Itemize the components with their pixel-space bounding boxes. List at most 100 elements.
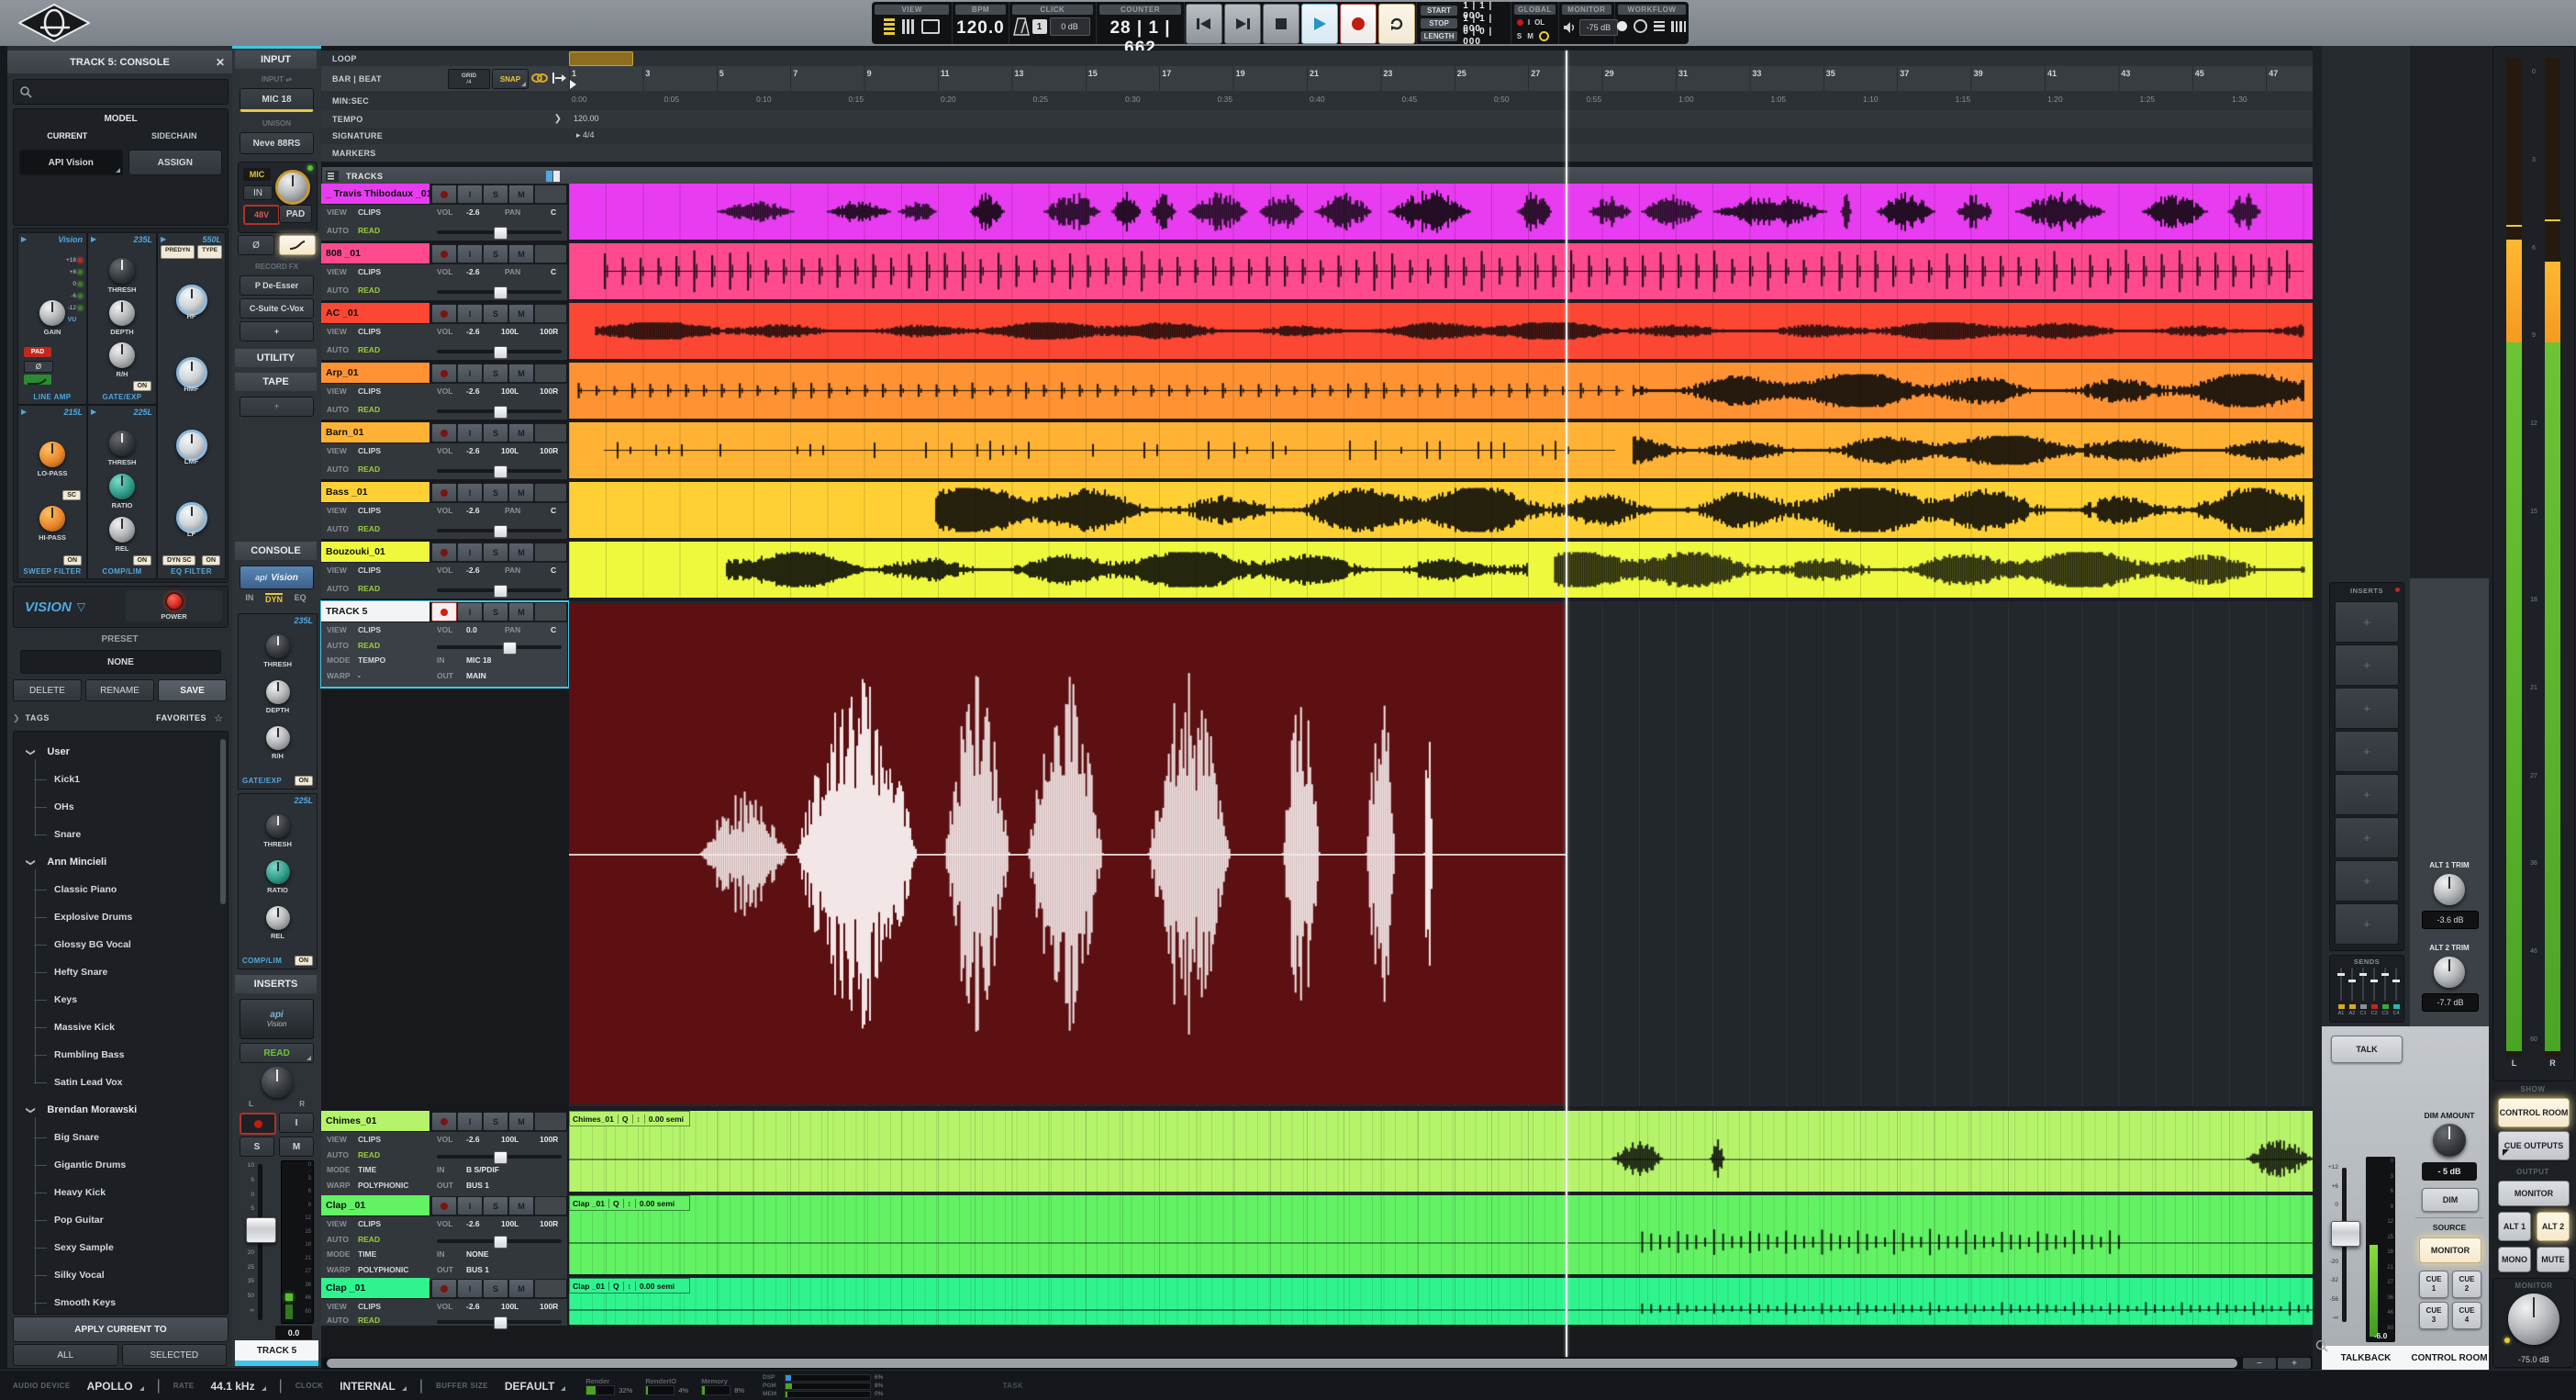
- preset-item-name[interactable]: Rumbling Bass: [54, 1049, 124, 1060]
- track-solo-button[interactable]: S: [483, 304, 508, 323]
- pan-left-value[interactable]: 100L: [501, 1302, 519, 1311]
- automation-read-button[interactable]: READ: [240, 1043, 314, 1063]
- workflow-ring-icon[interactable]: [1634, 19, 1648, 33]
- field-value-auto[interactable]: READ: [358, 524, 380, 533]
- knob-lmf[interactable]: [175, 429, 207, 461]
- track-record-button[interactable]: [431, 543, 457, 562]
- field-value-auto[interactable]: READ: [358, 465, 380, 474]
- send-fader-a1[interactable]: A1: [2336, 968, 2346, 1019]
- ruler-row-markers[interactable]: [569, 144, 2313, 162]
- chevron-down-icon[interactable]: ❯: [26, 1106, 36, 1114]
- lane-10[interactable]: Clap _01 Q ↕ 0.00 semi: [569, 1278, 2313, 1325]
- utility-header[interactable]: UTILITY: [235, 349, 317, 367]
- track-mute-button[interactable]: M: [508, 304, 534, 323]
- zoom-in-button[interactable]: +: [2278, 1358, 2311, 1369]
- track-record-button[interactable]: [431, 1112, 457, 1131]
- volume-slider[interactable]: [437, 1150, 562, 1164]
- track-solo-button[interactable]: S: [483, 602, 508, 622]
- zoom-tool-icon[interactable]: [2314, 1338, 2329, 1353]
- output-alt1-button[interactable]: ALT 1: [2498, 1212, 2531, 1241]
- pan-value[interactable]: C: [551, 207, 556, 217]
- clip-header[interactable]: Chimes_01 Q ↕ 0.00 semi: [569, 1111, 690, 1126]
- preset-item[interactable]: Classic Piano: [14, 877, 228, 902]
- speaker-icon[interactable]: [1563, 21, 1576, 34]
- vol-value[interactable]: -2.6: [466, 386, 480, 396]
- lane-4[interactable]: [569, 422, 2313, 478]
- source-cue-button-4[interactable]: CUE 4: [2452, 1302, 2481, 1329]
- track-name-cell[interactable]: Bass _01: [321, 482, 429, 502]
- signature-value[interactable]: ▸ 4/4: [576, 130, 595, 140]
- track-input-button[interactable]: I: [457, 602, 483, 622]
- vol-value[interactable]: -2.6: [466, 1135, 480, 1144]
- preset-item-name[interactable]: Snare: [54, 829, 81, 840]
- preset-item[interactable]: Pop Guitar: [14, 1207, 228, 1233]
- console-section-header[interactable]: CONSOLE: [235, 542, 317, 560]
- pan-value[interactable]: C: [551, 506, 556, 515]
- volume-slider-handle[interactable]: [494, 226, 507, 240]
- volume-slider-handle[interactable]: [494, 1150, 507, 1164]
- chevron-down-icon[interactable]: ❯: [26, 748, 36, 756]
- module-button-predyn[interactable]: PREDYN: [161, 245, 195, 259]
- track-list-icon[interactable]: [326, 170, 339, 182]
- clip-quantize[interactable]: Q: [608, 1281, 619, 1291]
- locator-value[interactable]: 0 | 0 | 000: [1463, 27, 1507, 47]
- volume-slider[interactable]: [437, 1235, 562, 1249]
- power-button[interactable]: [164, 591, 184, 610]
- volume-slider[interactable]: [437, 1316, 562, 1329]
- knob-hi-pass[interactable]: [39, 506, 65, 532]
- favorites-star-icon[interactable]: ☆: [214, 712, 223, 724]
- show-cue-outputs-button[interactable]: CUE OUTPUTS: [2498, 1131, 2570, 1160]
- ruler-row-header-loop[interactable]: LOOP: [321, 50, 569, 67]
- preset-group[interactable]: ❯ Brendan Morawski: [14, 1097, 228, 1123]
- preset-item-name[interactable]: Heavy Kick: [54, 1187, 106, 1198]
- send-fader-c1[interactable]: C1: [2359, 968, 2368, 1019]
- tab-sidechain[interactable]: SIDECHAIN: [121, 131, 229, 140]
- input-select[interactable]: MIC 18: [240, 88, 314, 112]
- preset-item[interactable]: Smooth Keys: [14, 1290, 228, 1314]
- track-solo-button[interactable]: S: [483, 185, 508, 204]
- send-fader-handle[interactable]: [2337, 973, 2345, 976]
- pan-left-value[interactable]: 100L: [501, 327, 519, 336]
- send-fader-handle[interactable]: [2370, 980, 2378, 982]
- pan-right-value[interactable]: 100R: [540, 1302, 558, 1311]
- preset-item[interactable]: Rumbling Bass: [14, 1042, 228, 1068]
- tags-label[interactable]: TAGS: [26, 713, 50, 722]
- source-cue-button-3[interactable]: CUE 3: [2419, 1302, 2448, 1329]
- volume-slider[interactable]: [437, 584, 562, 598]
- track-row-4[interactable]: Barn_01 I S M VIEW CLIPS AUTO READ VOL -2.6 100L 10…: [321, 422, 569, 479]
- track-record-button[interactable]: [431, 304, 457, 323]
- preset-item[interactable]: Hefty Snare: [14, 959, 228, 985]
- track-solo-button[interactable]: S: [483, 543, 508, 562]
- pan-left-value[interactable]: 100L: [501, 1219, 519, 1228]
- field-value-auto[interactable]: READ: [358, 1316, 380, 1325]
- record-fx-slot-1[interactable]: C-Suite C-Vox: [240, 298, 314, 319]
- clock-value[interactable]: INTERNAL: [340, 1380, 408, 1393]
- link-icon[interactable]: [530, 70, 549, 86]
- knob-ratio[interactable]: [109, 474, 135, 499]
- preset-item[interactable]: Glossy BG Vocal: [14, 932, 228, 958]
- on-box[interactable]: ON: [62, 555, 82, 566]
- track-name-cell[interactable]: Clap _01: [321, 1278, 429, 1298]
- transport-stop-button[interactable]: [1262, 4, 1299, 44]
- preset-item-name[interactable]: Classic Piano: [54, 884, 117, 895]
- metronome-icon[interactable]: [1012, 17, 1030, 36]
- lane-3[interactable]: [569, 363, 2313, 419]
- track-input-button[interactable]: I: [457, 423, 483, 442]
- grid-select[interactable]: GRID/4: [448, 69, 490, 89]
- click-db[interactable]: 0 dB: [1049, 17, 1090, 36]
- track-solo-button[interactable]: S: [483, 1279, 508, 1298]
- volume-slider[interactable]: [437, 405, 562, 419]
- field-value-view[interactable]: CLIPS: [358, 506, 381, 515]
- clip-quantize[interactable]: Q: [608, 1198, 619, 1208]
- pan-value[interactable]: C: [551, 267, 556, 276]
- track-record-button[interactable]: [431, 602, 457, 622]
- preset-item-name[interactable]: Smooth Keys: [54, 1297, 116, 1308]
- follow-playhead-icon[interactable]: [551, 70, 567, 86]
- ruler-row-header-signature[interactable]: SIGNATURE: [321, 128, 569, 145]
- track-name-cell[interactable]: Arp_01: [321, 363, 429, 383]
- track-solo-button[interactable]: S: [483, 244, 508, 263]
- volume-slider[interactable]: [437, 345, 562, 359]
- track-row-8[interactable]: Chimes_01 I S M VIEW CLIPS AUTO READ MODE TIME WAR…: [321, 1111, 569, 1197]
- chevron-down-icon[interactable]: ❯: [26, 858, 36, 866]
- track-solo-button[interactable]: S: [483, 1196, 508, 1215]
